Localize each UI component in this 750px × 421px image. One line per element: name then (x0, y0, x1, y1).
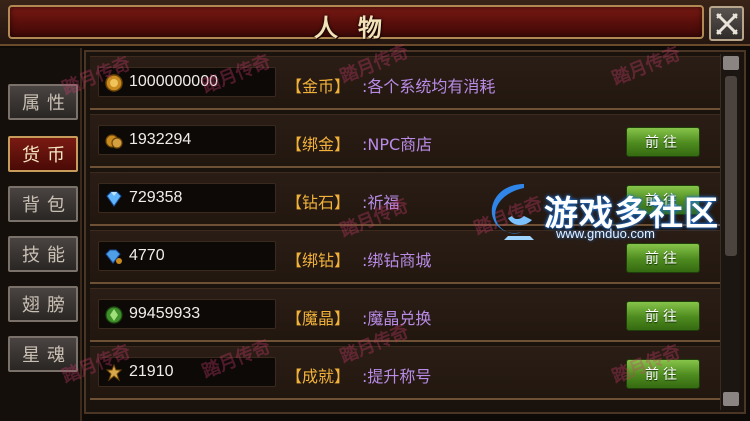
close-button[interactable] (709, 6, 744, 41)
go-button-achievement[interactable]: 前往 (626, 359, 700, 389)
bound-diamond-icon (105, 249, 122, 264)
window-header: 人物 (0, 0, 750, 46)
value-box: 1932294 (98, 125, 276, 155)
tab-skills[interactable]: 技能 (8, 236, 78, 272)
value-box: 4770 (98, 241, 276, 271)
currency-row-gold: 1000000000 【金币】 :各个系统均有消耗 (90, 56, 720, 110)
currency-value: 1000000000 (129, 73, 218, 90)
close-icon (715, 12, 738, 35)
page-title: 人物 (314, 13, 402, 42)
achievement-icon (105, 364, 123, 382)
currency-label: 【成就】 (286, 367, 351, 386)
title-plate: 人物 (8, 5, 704, 42)
value-box: 729358 (98, 183, 276, 213)
tab-wings[interactable]: 翅膀 (8, 286, 78, 322)
tab-currency[interactable]: 货币 (8, 136, 78, 172)
currency-desc: :各个系统均有消耗 (362, 77, 496, 96)
currency-value: 99459933 (129, 305, 201, 322)
currency-row-magic-crystal: 99459933 【魔晶】 :魔晶兑换 前往 (90, 288, 720, 342)
currency-desc: :绑钻商城 (362, 251, 432, 270)
gold-coin-icon (105, 74, 123, 92)
logo-url: www.gmduo.com (556, 226, 655, 241)
currency-desc: :NPC商店 (362, 135, 433, 154)
scroll-up-icon[interactable] (723, 56, 739, 70)
sidebar: 属性 货币 背包 技能 翅膀 星魂 (0, 48, 82, 421)
scroll-down-icon[interactable] (723, 392, 739, 406)
currency-value: 4770 (129, 247, 165, 264)
site-logo: 游戏多社区 www.gmduo.com (484, 178, 750, 248)
value-box: 99459933 (98, 299, 276, 329)
currency-label: 【绑钻】 (286, 251, 351, 270)
currency-row-achievement: 21910 【成就】 :提升称号 前往 (90, 346, 720, 400)
currency-row-bound-gold: 1932294 【绑金】 :NPC商店 前往 (90, 114, 720, 168)
currency-label: 【金币】 (286, 77, 351, 96)
tab-attributes[interactable]: 属性 (8, 84, 78, 120)
magic-crystal-icon (105, 306, 123, 324)
diamond-icon (106, 191, 122, 207)
go-button-magic-crystal[interactable]: 前往 (626, 301, 700, 331)
logo-swirl-icon (491, 184, 534, 240)
currency-label: 【魔晶】 (286, 309, 351, 328)
go-button-bound-gold[interactable]: 前往 (626, 127, 700, 157)
currency-value: 729358 (129, 189, 183, 206)
currency-desc: :提升称号 (362, 367, 432, 386)
currency-desc: :魔晶兑换 (362, 309, 432, 328)
currency-value: 1932294 (129, 131, 192, 148)
currency-label: 【绑金】 (286, 135, 351, 154)
value-box: 1000000000 (98, 67, 276, 97)
bound-gold-icon (105, 134, 123, 149)
currency-value: 21910 (129, 363, 174, 380)
tab-star-soul[interactable]: 星魂 (8, 336, 78, 372)
value-box: 21910 (98, 357, 276, 387)
tab-bag[interactable]: 背包 (8, 186, 78, 222)
currency-desc: :祈福 (362, 193, 400, 212)
currency-label: 【钻石】 (286, 193, 351, 212)
